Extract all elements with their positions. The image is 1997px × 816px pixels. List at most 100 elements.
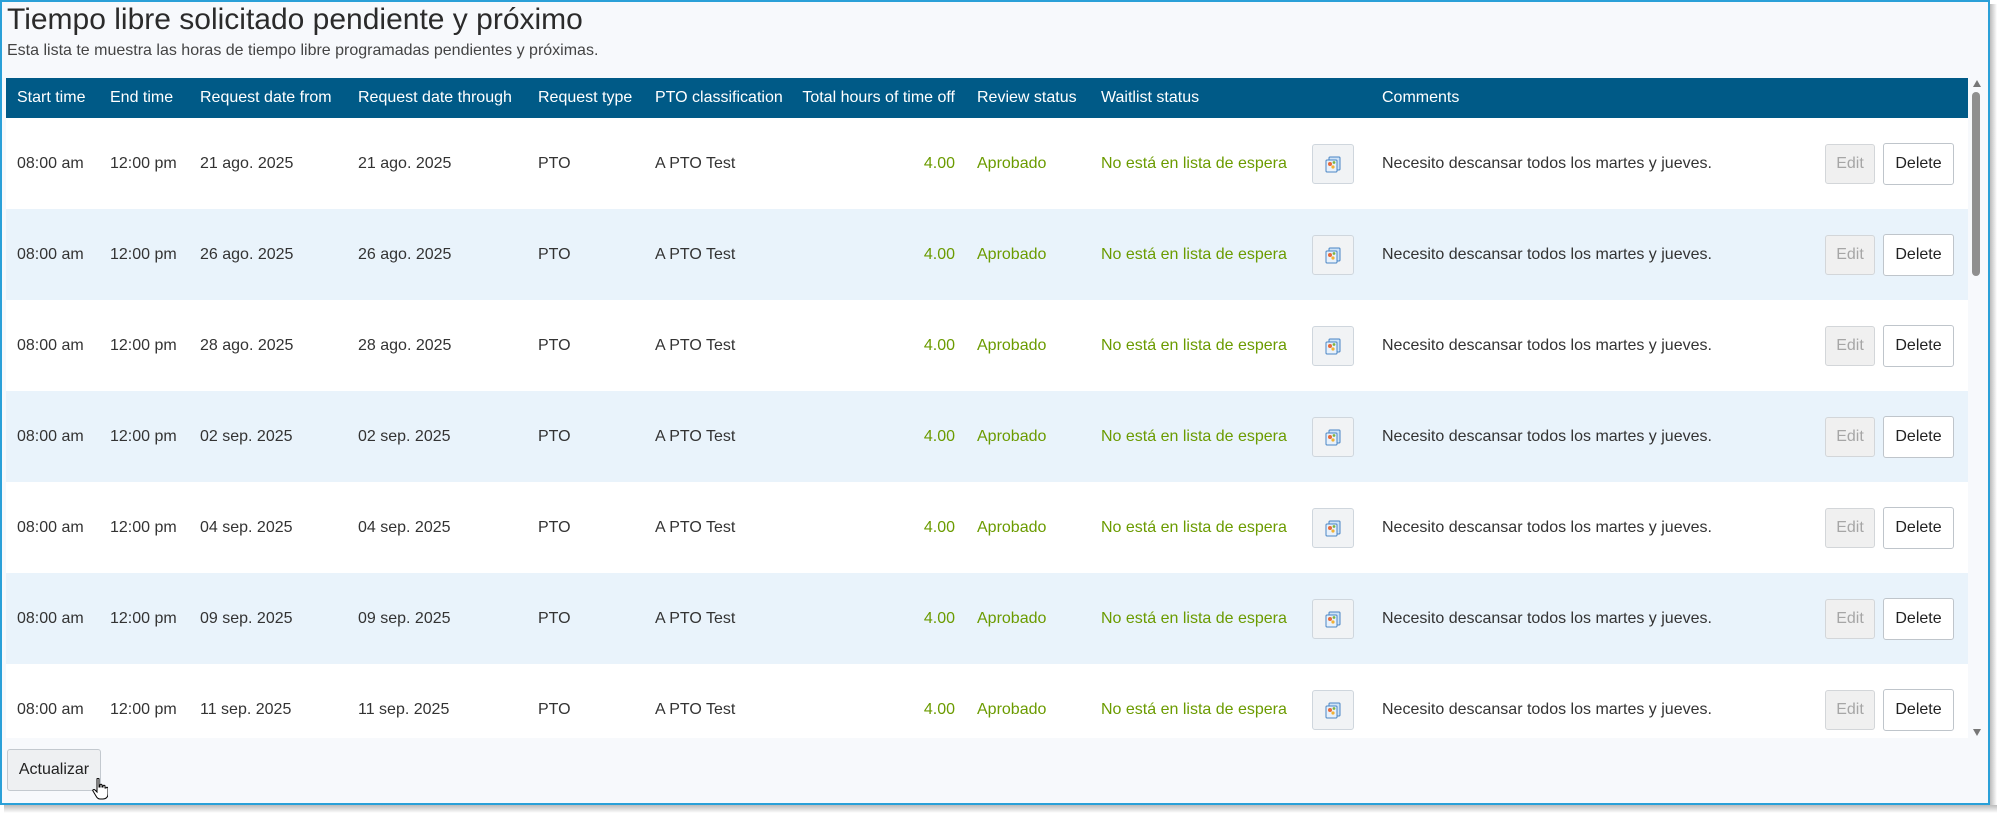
- request-date-from-cell: 11 sep. 2025: [189, 664, 347, 738]
- scroll-down-arrow-icon[interactable]: [1973, 729, 1981, 736]
- notes-button[interactable]: [1312, 507, 1354, 548]
- start-time-cell: 08:00 am: [6, 209, 99, 300]
- total-hours-cell: 4.00: [789, 118, 966, 209]
- notes-cell: [1301, 573, 1371, 664]
- total-hours-cell: 4.00: [789, 573, 966, 664]
- notes-cell: [1301, 118, 1371, 209]
- end-time-cell: 12:00 pm: [99, 482, 189, 573]
- requests-table: Start time End time Request date from Reque…: [6, 78, 1968, 738]
- waitlist-status-cell: No está en lista de espera: [1090, 391, 1301, 482]
- comments-cell: Necesito descansar todos los martes y ju…: [1371, 300, 1786, 391]
- delete-button[interactable]: Delete: [1883, 142, 1954, 185]
- col-total-hours-header: Total hours of time off: [789, 78, 966, 118]
- edit-button[interactable]: Edit: [1825, 234, 1875, 275]
- notes-cell: [1301, 664, 1371, 738]
- pto-classification-cell: A PTO Test: [644, 209, 789, 300]
- refresh-button[interactable]: Actualizar: [7, 749, 101, 791]
- col-review-status-header: Review status: [966, 78, 1090, 118]
- edit-button[interactable]: Edit: [1825, 689, 1875, 730]
- window-shadow-bottom: [4, 805, 1997, 813]
- page-title: Tiempo libre solicitado pendiente y próx…: [7, 3, 583, 36]
- start-time-cell: 08:00 am: [6, 664, 99, 738]
- request-date-from-cell: 26 ago. 2025: [189, 209, 347, 300]
- end-time-cell: 12:00 pm: [99, 300, 189, 391]
- edit-button[interactable]: Edit: [1825, 507, 1875, 548]
- table-row: 08:00 am 12:00 pm 26 ago. 2025 26 ago. 2025…: [6, 209, 1968, 300]
- window-frame: Tiempo libre solicitado pendiente y próx…: [0, 0, 1990, 805]
- notes-icon: [1325, 247, 1341, 264]
- actions-cell: Edit Delete: [1786, 209, 1968, 300]
- notes-button[interactable]: [1312, 325, 1354, 366]
- edit-button[interactable]: Edit: [1825, 143, 1875, 184]
- review-status-cell: Aprobado: [966, 482, 1090, 573]
- waitlist-status-cell: No está en lista de espera: [1090, 118, 1301, 209]
- request-date-from-cell: 04 sep. 2025: [189, 482, 347, 573]
- delete-button[interactable]: Delete: [1883, 688, 1954, 731]
- scroll-up-arrow-icon[interactable]: [1973, 80, 1981, 87]
- review-status-cell: Aprobado: [966, 118, 1090, 209]
- request-date-through-cell: 26 ago. 2025: [347, 209, 527, 300]
- end-time-cell: 12:00 pm: [99, 391, 189, 482]
- delete-button[interactable]: Delete: [1883, 415, 1954, 458]
- request-type-cell: PTO: [527, 664, 644, 738]
- vertical-scrollbar[interactable]: [1968, 78, 1986, 738]
- edit-button[interactable]: Edit: [1825, 416, 1875, 457]
- col-request-date-from-header: Request date from: [189, 78, 347, 118]
- col-notes-header: [1301, 78, 1371, 118]
- pto-classification-cell: A PTO Test: [644, 391, 789, 482]
- scrollbar-thumb[interactable]: [1972, 92, 1980, 276]
- request-date-from-cell: 09 sep. 2025: [189, 573, 347, 664]
- request-type-cell: PTO: [527, 391, 644, 482]
- table-row: 08:00 am 12:00 pm 09 sep. 2025 09 sep. 2025…: [6, 573, 1968, 664]
- waitlist-status-cell: No está en lista de espera: [1090, 664, 1301, 738]
- comments-cell: Necesito descansar todos los martes y ju…: [1371, 482, 1786, 573]
- actions-cell: Edit Delete: [1786, 300, 1968, 391]
- total-hours-cell: 4.00: [789, 300, 966, 391]
- delete-button[interactable]: Delete: [1883, 233, 1954, 276]
- table-header-row: Start time End time Request date from Reque…: [6, 78, 1968, 118]
- review-status-cell: Aprobado: [966, 391, 1090, 482]
- total-hours-cell: 4.00: [789, 209, 966, 300]
- notes-button[interactable]: [1312, 416, 1354, 457]
- actions-cell: Edit Delete: [1786, 391, 1968, 482]
- request-type-cell: PTO: [527, 573, 644, 664]
- comments-cell: Necesito descansar todos los martes y ju…: [1371, 391, 1786, 482]
- review-status-cell: Aprobado: [966, 209, 1090, 300]
- edit-button[interactable]: Edit: [1825, 598, 1875, 639]
- request-type-cell: PTO: [527, 300, 644, 391]
- col-waitlist-status-header: Waitlist status: [1090, 78, 1301, 118]
- col-start-time-header: Start time: [6, 78, 99, 118]
- notes-button[interactable]: [1312, 598, 1354, 639]
- delete-button[interactable]: Delete: [1883, 324, 1954, 367]
- comments-cell: Necesito descansar todos los martes y ju…: [1371, 209, 1786, 300]
- col-pto-classification-header: PTO classification: [644, 78, 789, 118]
- table-row: 08:00 am 12:00 pm 28 ago. 2025 28 ago. 2025…: [6, 300, 1968, 391]
- total-hours-cell: 4.00: [789, 664, 966, 738]
- edit-button[interactable]: Edit: [1825, 325, 1875, 366]
- review-status-cell: Aprobado: [966, 573, 1090, 664]
- request-date-through-cell: 09 sep. 2025: [347, 573, 527, 664]
- table-row: 08:00 am 12:00 pm 21 ago. 2025 21 ago. 2025…: [6, 118, 1968, 209]
- hand-cursor-icon: [92, 777, 109, 805]
- notes-button[interactable]: [1312, 143, 1354, 184]
- table-row: 08:00 am 12:00 pm 04 sep. 2025 04 sep. 2025…: [6, 482, 1968, 573]
- request-date-from-cell: 28 ago. 2025: [189, 300, 347, 391]
- pto-classification-cell: A PTO Test: [644, 482, 789, 573]
- notes-cell: [1301, 482, 1371, 573]
- requests-table-container: Start time End time Request date from Reque…: [6, 78, 1968, 738]
- request-type-cell: PTO: [527, 118, 644, 209]
- notes-icon: [1325, 520, 1341, 537]
- delete-button[interactable]: Delete: [1883, 597, 1954, 640]
- total-hours-cell: 4.00: [789, 391, 966, 482]
- request-date-from-cell: 21 ago. 2025: [189, 118, 347, 209]
- notes-button[interactable]: [1312, 234, 1354, 275]
- waitlist-status-cell: No está en lista de espera: [1090, 482, 1301, 573]
- window-shadow-right: [1990, 4, 1997, 809]
- request-type-cell: PTO: [527, 482, 644, 573]
- pto-classification-cell: A PTO Test: [644, 664, 789, 738]
- waitlist-status-cell: No está en lista de espera: [1090, 573, 1301, 664]
- end-time-cell: 12:00 pm: [99, 664, 189, 738]
- delete-button[interactable]: Delete: [1883, 506, 1954, 549]
- notes-button[interactable]: [1312, 689, 1354, 730]
- notes-icon: [1325, 611, 1341, 628]
